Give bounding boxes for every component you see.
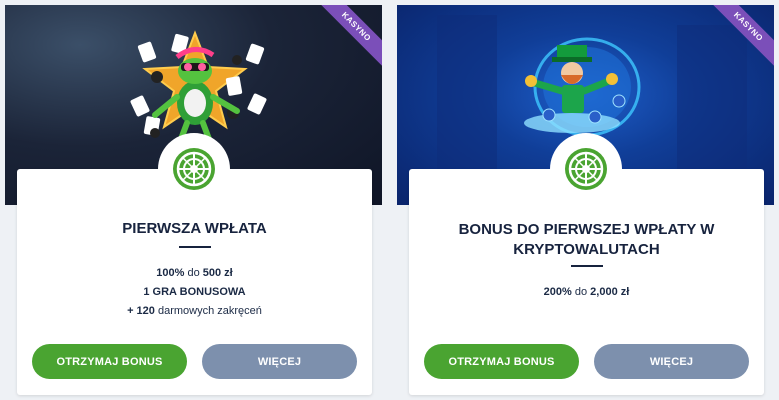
bonus-line: 100% do 500 zł	[156, 267, 233, 279]
card-title: PIERWSZA WPŁATA	[122, 220, 267, 237]
title-divider	[570, 265, 603, 267]
bonus-line: 200% do 2,000 zł	[543, 286, 630, 298]
get-bonus-button[interactable]: OTRZYMAJ BONUS	[32, 344, 187, 379]
bonus-description: 100% do 500 zł 1 GRA BONUSOWA + 120 darm…	[27, 264, 362, 321]
bonus-description: 200% do 2,000 zł	[419, 283, 754, 302]
bonus-card-first-deposit: KASYNO PIERWSZA WPŁATA 100% do 500 zł 1 …	[5, 5, 382, 400]
bonus-line: 1 GRA BONUSOWA	[143, 286, 246, 298]
title-divider	[178, 246, 211, 248]
roulette-icon	[172, 148, 215, 190]
bonus-card-crypto: KASYNO BONUS DO PIERWSZEJ WPŁATY W KRYPT…	[397, 5, 774, 400]
category-ribbon: KASYNO	[318, 5, 382, 69]
more-button[interactable]: WIĘCEJ	[594, 344, 749, 379]
card-title: BONUS DO PIERWSZEJ WPŁATY W KRYPTOWALUTA…	[458, 221, 715, 258]
bonus-line: + 120 darmowych zakręceń	[127, 305, 262, 317]
roulette-badge	[157, 133, 230, 205]
get-bonus-button[interactable]: OTRZYMAJ BONUS	[424, 344, 579, 379]
roulette-icon	[564, 148, 607, 190]
more-button[interactable]: WIĘCEJ	[202, 344, 357, 379]
category-ribbon: KASYNO	[710, 5, 774, 69]
roulette-badge	[549, 133, 622, 205]
